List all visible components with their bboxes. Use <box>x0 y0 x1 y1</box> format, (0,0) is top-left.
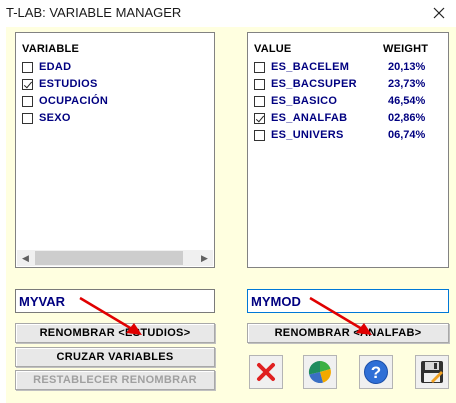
window-close-button[interactable] <box>428 2 450 24</box>
annotation-arrow-icon <box>79 296 142 335</box>
checkbox[interactable] <box>22 95 33 107</box>
value-weight: 20,13% <box>388 61 426 73</box>
value-label: ES_BACELEM <box>271 61 350 73</box>
checkbox[interactable] <box>22 61 33 73</box>
variable-manager-window: T-LAB: VARIABLE MANAGER VARIABLE EDAD ES… <box>0 0 456 403</box>
variable-item-estudios[interactable]: ESTUDIOS <box>22 76 98 92</box>
value-weight: 02,86% <box>388 112 426 124</box>
save-button[interactable] <box>415 355 449 389</box>
pie-chart-icon <box>308 360 331 384</box>
value-label: ES_BACSUPER <box>271 78 357 90</box>
variable-list[interactable]: VARIABLE EDAD ESTUDIOS OCUPACIÓN SEXO ◀ … <box>15 32 215 268</box>
value-label: ES_ANALFAB <box>271 112 348 124</box>
value-label: ES_BASICO <box>271 95 338 107</box>
horizontal-scrollbar[interactable]: ◀ ▶ <box>17 250 213 266</box>
variable-item-sexo[interactable]: SEXO <box>22 110 71 126</box>
svg-text:?: ? <box>371 363 381 382</box>
value-item-es-analfab[interactable]: ES_ANALFAB <box>254 110 347 126</box>
variable-item-edad[interactable]: EDAD <box>22 59 71 75</box>
annotation-arrow-icon <box>309 296 372 335</box>
value-item-es-basico[interactable]: ES_BASICO <box>254 93 337 109</box>
value-item-es-univers[interactable]: ES_UNIVERS <box>254 127 344 143</box>
variable-label: ESTUDIOS <box>39 78 98 90</box>
scroll-right-icon[interactable]: ▶ <box>196 250 213 266</box>
variable-item-ocupacion[interactable]: OCUPACIÓN <box>22 93 108 109</box>
value-list[interactable]: VALUE WEIGHT ES_BACELEM 20,13% ES_BACSUP… <box>247 32 449 268</box>
checkbox[interactable] <box>254 112 265 124</box>
value-weight: 46,54% <box>388 95 426 107</box>
help-icon: ? <box>364 360 388 384</box>
variable-label: EDAD <box>39 61 72 73</box>
value-label: ES_UNIVERS <box>271 129 344 141</box>
variable-label: OCUPACIÓN <box>39 95 109 107</box>
cross-variables-button[interactable]: CRUZAR VARIABLES <box>15 347 215 367</box>
value-weight: 06,74% <box>388 129 426 141</box>
value-weight: 23,73% <box>388 78 426 90</box>
close-icon <box>257 363 275 381</box>
checkbox[interactable] <box>254 129 265 141</box>
value-item-es-bacsuper[interactable]: ES_BACSUPER <box>254 76 357 92</box>
dialog-body: VARIABLE EDAD ESTUDIOS OCUPACIÓN SEXO ◀ … <box>6 27 456 403</box>
variable-label: SEXO <box>39 112 71 124</box>
checkbox[interactable] <box>254 95 265 107</box>
save-icon <box>421 361 443 383</box>
close-icon <box>433 7 445 19</box>
weight-column-header: WEIGHT <box>383 43 429 55</box>
checkbox[interactable] <box>254 61 265 73</box>
delete-button[interactable] <box>249 355 283 389</box>
title-bar: T-LAB: VARIABLE MANAGER <box>0 0 456 26</box>
value-item-es-bacelem[interactable]: ES_BACELEM <box>254 59 349 75</box>
chart-button[interactable] <box>303 355 337 389</box>
checkbox[interactable] <box>22 78 33 90</box>
checkbox[interactable] <box>254 78 265 90</box>
scroll-thumb[interactable] <box>35 251 183 265</box>
variable-column-header: VARIABLE <box>22 43 80 55</box>
value-column-header: VALUE <box>254 43 292 55</box>
help-button[interactable]: ? <box>359 355 393 389</box>
scroll-left-icon[interactable]: ◀ <box>17 250 34 266</box>
restore-rename-button[interactable]: RESTABLECER RENOMBRAR <box>15 370 215 390</box>
checkbox[interactable] <box>22 112 33 124</box>
window-title: T-LAB: VARIABLE MANAGER <box>6 5 182 20</box>
